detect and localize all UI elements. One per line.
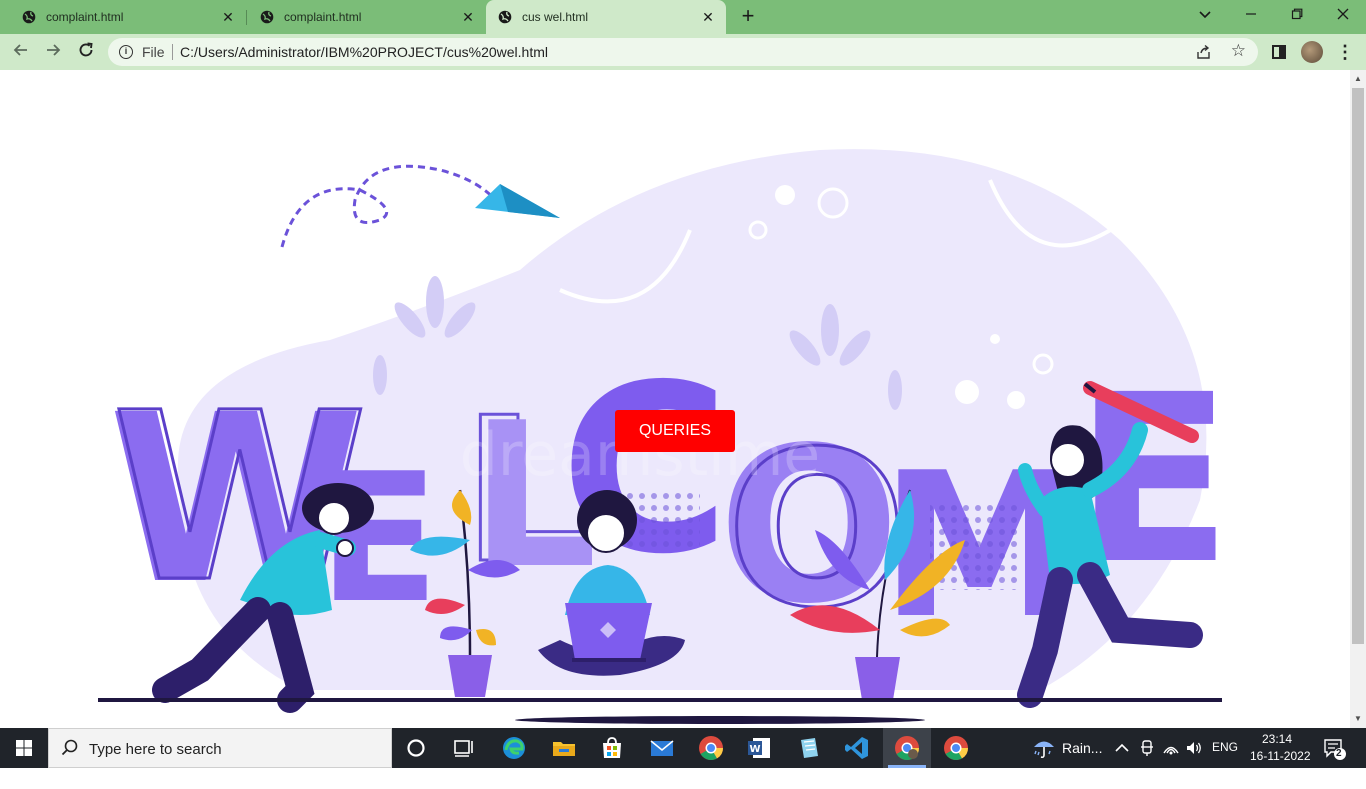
task-view-icon[interactable] [450, 734, 478, 762]
close-icon[interactable]: ✕ [700, 9, 716, 25]
tab-title: cus wel.html [522, 10, 589, 24]
file-scheme-label: File [142, 44, 165, 60]
menu-kebab-icon[interactable]: ⋮ [1336, 41, 1354, 63]
bookmark-star-icon[interactable]: ☆ [1231, 41, 1246, 61]
edge-icon[interactable] [500, 734, 528, 762]
tab-complaint-1[interactable]: complaint.html ✕ [0, 0, 246, 34]
tab-title: complaint.html [46, 10, 124, 24]
mail-icon[interactable] [648, 734, 676, 762]
tab-search-chevron-icon[interactable] [1191, 4, 1219, 26]
globe-icon [260, 10, 274, 24]
store-icon[interactable] [598, 734, 626, 762]
restore-icon[interactable] [1283, 4, 1311, 26]
ground-shadow [515, 716, 925, 724]
bubble [955, 380, 979, 404]
address-bar[interactable]: i File C:/Users/Administrator/IBM%20PROJ… [108, 38, 1258, 66]
svg-text:W: W [749, 744, 760, 755]
forward-arrow-icon[interactable] [42, 41, 64, 63]
weather-text[interactable]: Rain... [1062, 740, 1102, 780]
url-text[interactable]: C:/Users/Administrator/IBM%20PROJECT/cus… [180, 44, 548, 60]
bubble [1007, 391, 1025, 409]
bubble [990, 334, 1000, 344]
dashed-flight-path [280, 164, 502, 248]
notification-icon[interactable] [1322, 736, 1346, 760]
new-tab-button[interactable]: + [736, 5, 760, 29]
vscode-icon[interactable] [843, 734, 871, 762]
wifi-icon[interactable] [1161, 738, 1181, 758]
site-info-icon[interactable]: i [119, 45, 133, 59]
search-placeholder: Type here to search [89, 741, 222, 758]
minimize-icon[interactable] [1237, 4, 1265, 26]
clock-date[interactable]: 16-11-2022 [1250, 749, 1311, 789]
notification-count-badge: 2 [1336, 748, 1342, 759]
close-icon[interactable]: ✕ [460, 9, 476, 25]
globe-icon [498, 10, 512, 24]
chrome-profile-icon[interactable] [893, 734, 921, 762]
cortana-icon[interactable] [402, 734, 430, 762]
volume-icon[interactable] [1184, 738, 1204, 758]
scroll-down-arrow-icon[interactable]: ▼ [1353, 714, 1363, 724]
vertical-scrollbar[interactable]: ▲ ▼ [1350, 70, 1366, 728]
bubble [775, 185, 795, 205]
taskbar-search-box[interactable]: Type here to search [48, 728, 392, 768]
welcome-illustration: W W E L L C O O M E dreamstime [98, 149, 1232, 724]
back-arrow-icon[interactable] [10, 41, 32, 63]
paper-plane-icon [475, 184, 560, 218]
show-hidden-icons-chevron-icon[interactable] [1112, 738, 1132, 758]
profile-avatar[interactable] [1301, 41, 1323, 63]
notepad-icon[interactable] [795, 734, 823, 762]
reload-icon[interactable] [75, 41, 97, 63]
search-icon [61, 739, 78, 756]
word-icon[interactable]: W [745, 734, 773, 762]
windows-taskbar: Type here to search W Rain... ENG 23:14 … [0, 728, 1366, 768]
chrome-icon-2[interactable] [942, 734, 970, 762]
close-window-icon[interactable] [1329, 4, 1357, 26]
browser-toolbar: i File C:/Users/Administrator/IBM%20PROJ… [0, 34, 1366, 70]
windows-logo-icon [16, 740, 32, 756]
tab-title: complaint.html [284, 10, 362, 24]
file-explorer-icon[interactable] [550, 734, 578, 762]
page-viewport: W W E L L C O O M E dreamstime [0, 70, 1350, 728]
side-panel-icon[interactable] [1272, 45, 1286, 59]
globe-icon [22, 10, 36, 24]
tab-cus-wel[interactable]: cus wel.html ✕ [486, 0, 726, 34]
queries-button[interactable]: QUERIES [615, 410, 735, 452]
chrome-icon[interactable] [697, 734, 725, 762]
scroll-up-arrow-icon[interactable]: ▲ [1353, 74, 1363, 84]
language-indicator[interactable]: ENG [1212, 740, 1238, 780]
start-button[interactable] [0, 728, 48, 768]
device-icon[interactable] [1137, 738, 1157, 758]
tab-strip: complaint.html ✕ complaint.html ✕ cus we… [0, 0, 1366, 34]
scrollbar-thumb[interactable] [1352, 88, 1364, 644]
close-icon[interactable]: ✕ [220, 9, 236, 25]
share-icon[interactable] [1196, 44, 1212, 60]
tab-complaint-2[interactable]: complaint.html ✕ [238, 0, 486, 34]
omnibox-separator [172, 44, 173, 60]
weather-umbrella-icon[interactable] [1030, 734, 1058, 762]
